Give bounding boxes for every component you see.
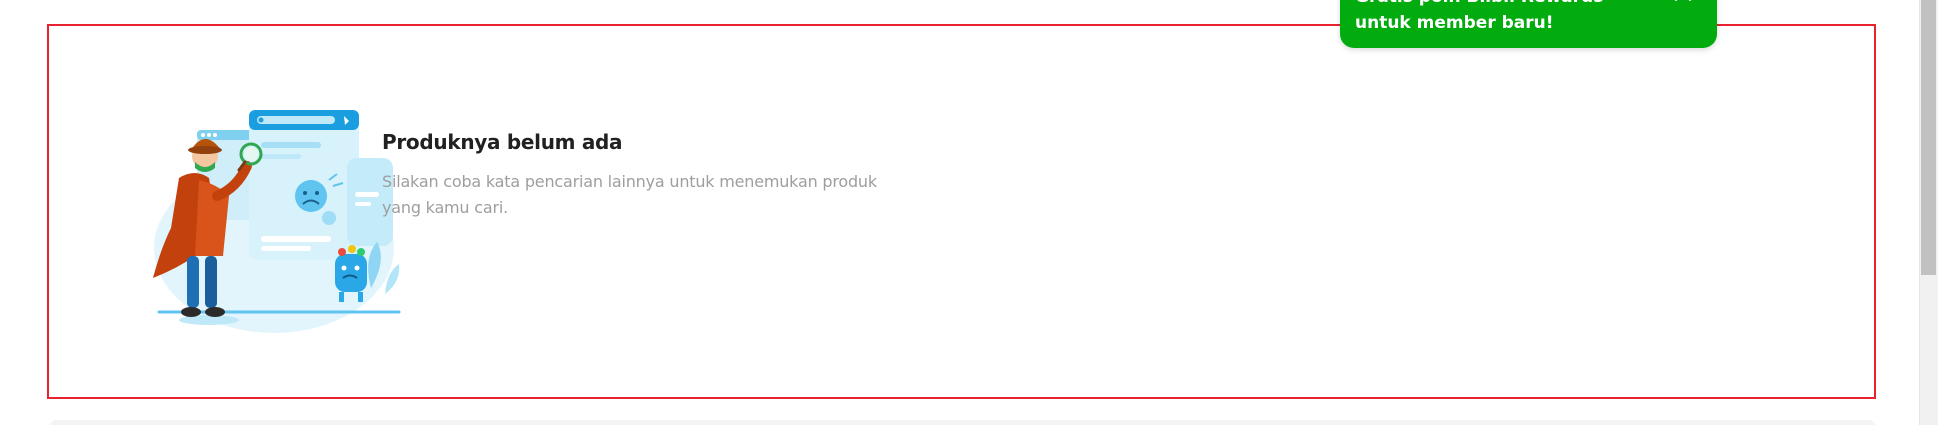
empty-search-illustration bbox=[153, 110, 401, 333]
next-section-card bbox=[49, 420, 1876, 425]
promo-toast[interactable]: Gratis poin Blibli Rewards untuk member … bbox=[1340, 0, 1717, 48]
empty-state-text: Produknya belum ada Silakan coba kata pe… bbox=[382, 130, 902, 221]
close-icon[interactable] bbox=[1671, 0, 1695, 4]
vertical-scrollbar[interactable] bbox=[1919, 0, 1938, 425]
search-results-page: Produknya belum ada Silakan coba kata pe… bbox=[0, 0, 1938, 425]
empty-state-description: Silakan coba kata pencarian lainnya untu… bbox=[382, 172, 877, 217]
empty-results-container: Produknya belum ada Silakan coba kata pe… bbox=[47, 24, 1876, 399]
scrollbar-thumb[interactable] bbox=[1921, 0, 1936, 275]
empty-state-title: Produknya belum ada bbox=[382, 130, 623, 154]
toast-message: Gratis poin Blibli Rewards untuk member … bbox=[1355, 0, 1603, 33]
